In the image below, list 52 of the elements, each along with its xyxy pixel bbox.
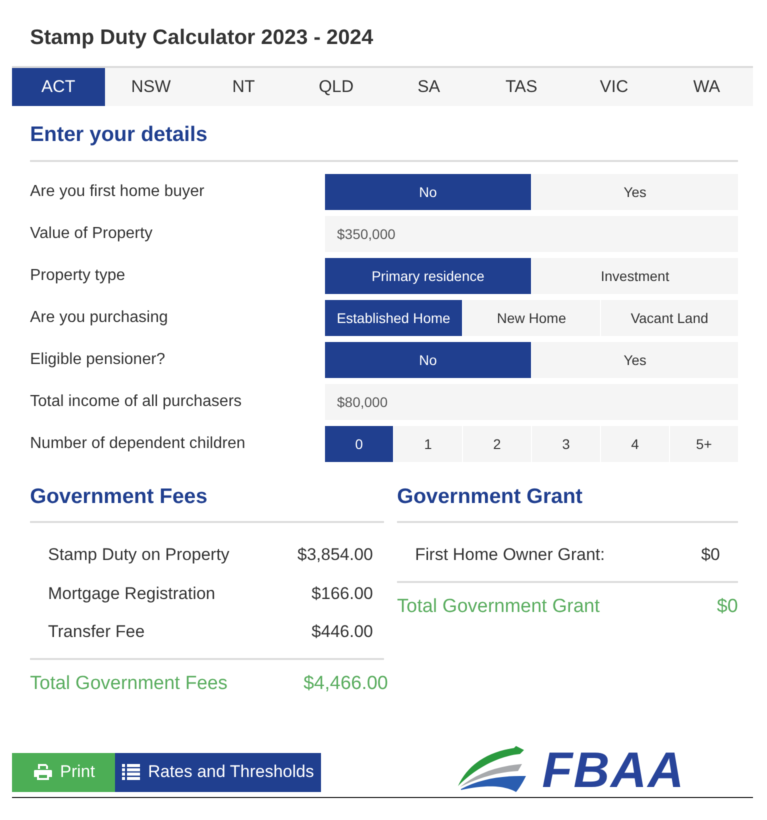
logo-wordmark: FBAA (542, 748, 685, 792)
state-tab[interactable]: WA (660, 68, 753, 106)
state-tab[interactable]: SA (382, 68, 476, 106)
page-title: Stamp Duty Calculator 2023 - 2024 (30, 26, 374, 50)
field-label: Property type (30, 267, 126, 285)
section-heading: Enter your details (30, 122, 738, 162)
option-button[interactable]: Vacant Land (601, 300, 738, 336)
input-field[interactable]: $350,000 (325, 216, 738, 252)
fee-amount: $166.00 (312, 584, 373, 604)
option-button[interactable]: 3 (532, 426, 600, 462)
option-button[interactable]: Yes (532, 342, 738, 378)
option-button[interactable]: 1 (394, 426, 462, 462)
fee-amount: $0 (701, 545, 720, 566)
state-tab[interactable]: TAS (475, 68, 568, 106)
state-tab[interactable]: NSW (104, 68, 198, 106)
option-button[interactable]: No (325, 342, 531, 378)
state-tab[interactable]: QLD (290, 68, 382, 106)
fee-label: Mortgage Registration (48, 584, 216, 604)
option-button[interactable]: 4 (601, 426, 669, 462)
option-button[interactable]: 5+ (670, 426, 738, 462)
fee-label: Stamp Duty on Property (48, 545, 230, 566)
section-heading: Government Fees (30, 484, 384, 523)
rates-button[interactable]: Rates and Thresholds (114, 752, 321, 792)
total-label: Total Government Fees (30, 672, 228, 696)
input-field[interactable]: $80,000 (325, 384, 738, 420)
option-button[interactable]: Yes (532, 174, 738, 210)
option-button[interactable]: Primary residence (325, 258, 531, 294)
total-amount: $0 (716, 594, 738, 618)
field-label: Number of dependent children (30, 435, 246, 453)
printer-icon (34, 764, 52, 780)
field-label: Value of Property (30, 225, 154, 243)
field-label: Eligible pensioner? (30, 351, 166, 369)
fee-label: Transfer Fee (48, 622, 145, 642)
option-button[interactable]: 2 (463, 426, 531, 462)
total-label: Total Government Grant (397, 594, 600, 618)
fee-amount: $446.00 (312, 622, 373, 642)
fee-amount: $3,854.00 (297, 545, 373, 566)
field-label: Are you purchasing (30, 309, 169, 327)
field-label: Total income of all purchasers (30, 393, 243, 411)
option-button[interactable]: 0 (325, 426, 393, 462)
option-button[interactable]: Investment (532, 258, 738, 294)
fee-label: First Home Owner Grant: (415, 545, 605, 566)
total-amount: $4,466.00 (303, 672, 388, 696)
option-button[interactable]: No (325, 174, 531, 210)
state-tab[interactable]: NT (197, 68, 290, 106)
state-tab[interactable]: VIC (568, 68, 660, 106)
option-button[interactable]: Established Home (325, 300, 462, 336)
section-heading: Government Grant (397, 484, 738, 523)
state-tab[interactable]: ACT (12, 68, 105, 106)
field-label: Are you first home buyer (30, 183, 206, 201)
option-button[interactable]: New Home (463, 300, 600, 336)
list-icon (122, 764, 140, 780)
